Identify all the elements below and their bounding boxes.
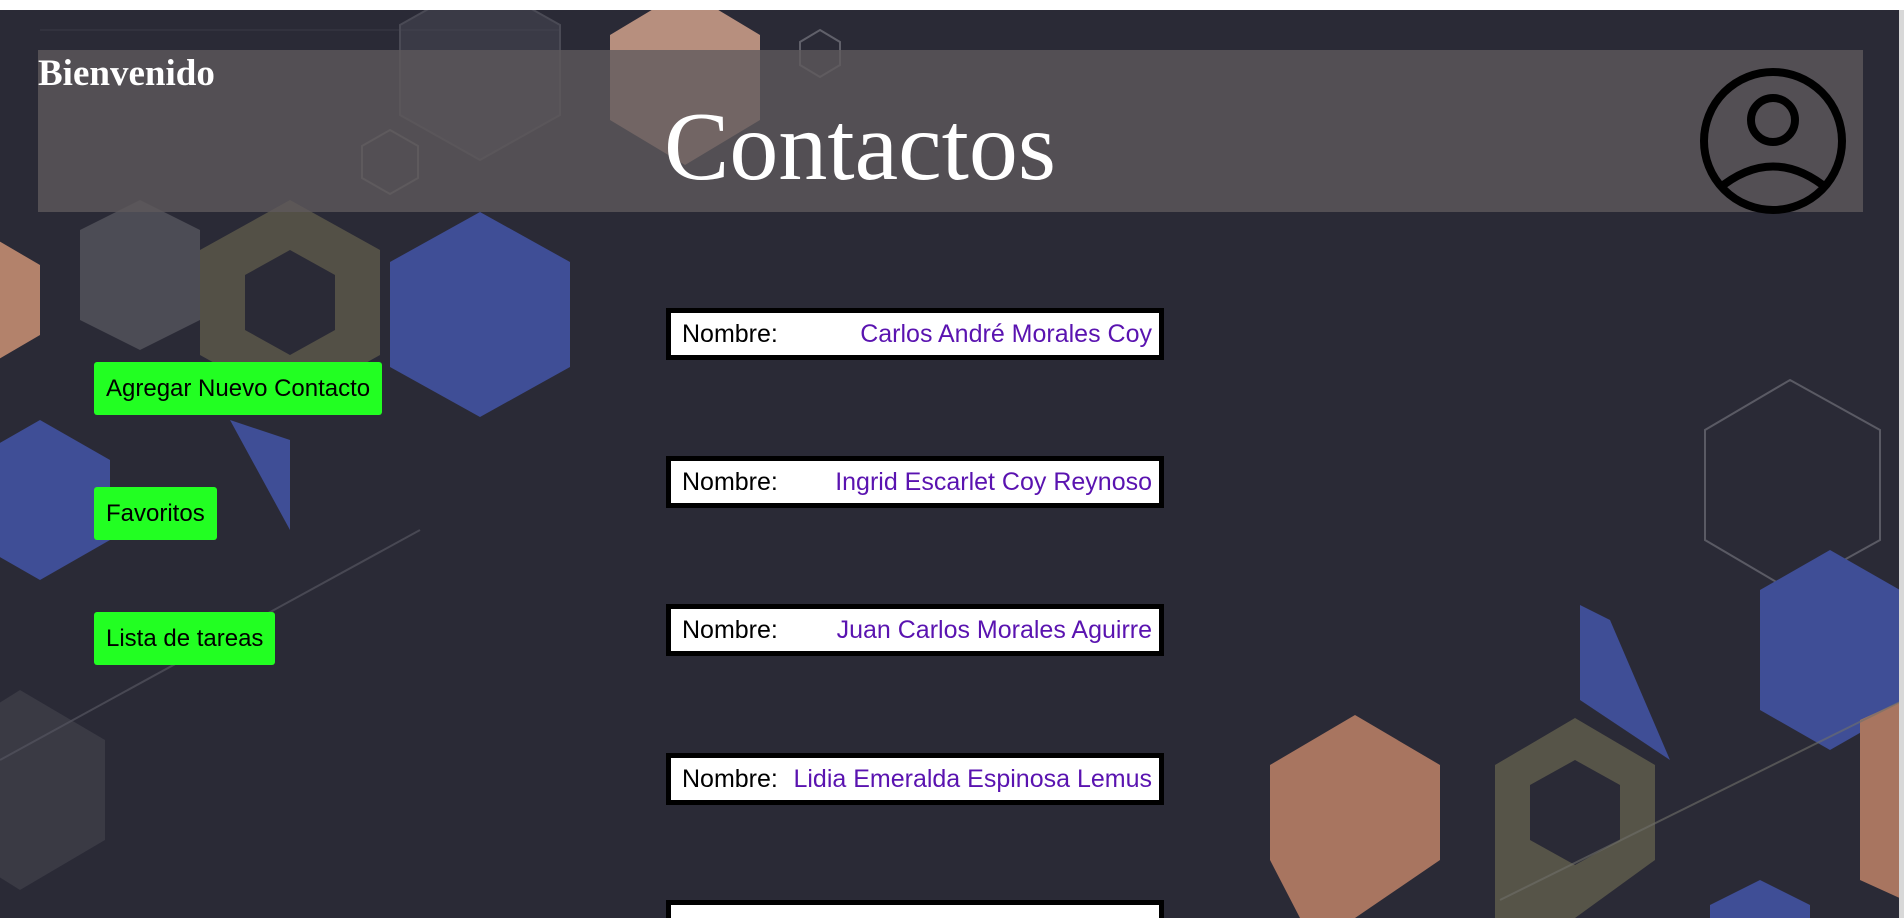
contact-name[interactable]: Lidia Emeralda Espinosa Lemus — [793, 758, 1152, 800]
contact-card[interactable]: Nombre: Lidia Emeralda Espinosa Lemus — [666, 753, 1164, 805]
contact-label: Nombre: — [682, 616, 778, 644]
page-title: Contactos — [664, 93, 1056, 201]
contact-name[interactable]: Juan Carlos Morales Aguirre — [837, 609, 1152, 651]
contact-name[interactable]: Carlos André Morales Coy — [860, 313, 1152, 355]
contact-label: Nombre: — [682, 765, 778, 793]
contact-card[interactable]: Nombre: Juan Carlos Morales Aguirre — [666, 604, 1164, 656]
welcome-text: Bienvenido — [38, 53, 215, 94]
scrollbar[interactable] — [1899, 10, 1904, 918]
favorites-button[interactable]: Favoritos — [94, 487, 217, 540]
task-list-button[interactable]: Lista de tareas — [94, 612, 276, 665]
user-circle-icon[interactable] — [1697, 65, 1849, 217]
contact-card[interactable] — [666, 900, 1164, 918]
contact-name[interactable]: Ingrid Escarlet Coy Reynoso — [835, 461, 1152, 503]
contact-label: Nombre: — [682, 468, 778, 496]
contact-label: Nombre: — [682, 320, 778, 348]
browser-top-strip — [0, 0, 1904, 10]
add-contact-button[interactable]: Agregar Nuevo Contacto — [94, 362, 383, 415]
contact-card[interactable]: Nombre: Ingrid Escarlet Coy Reynoso — [666, 456, 1164, 508]
contact-card[interactable]: Nombre: Carlos André Morales Coy — [666, 308, 1164, 360]
